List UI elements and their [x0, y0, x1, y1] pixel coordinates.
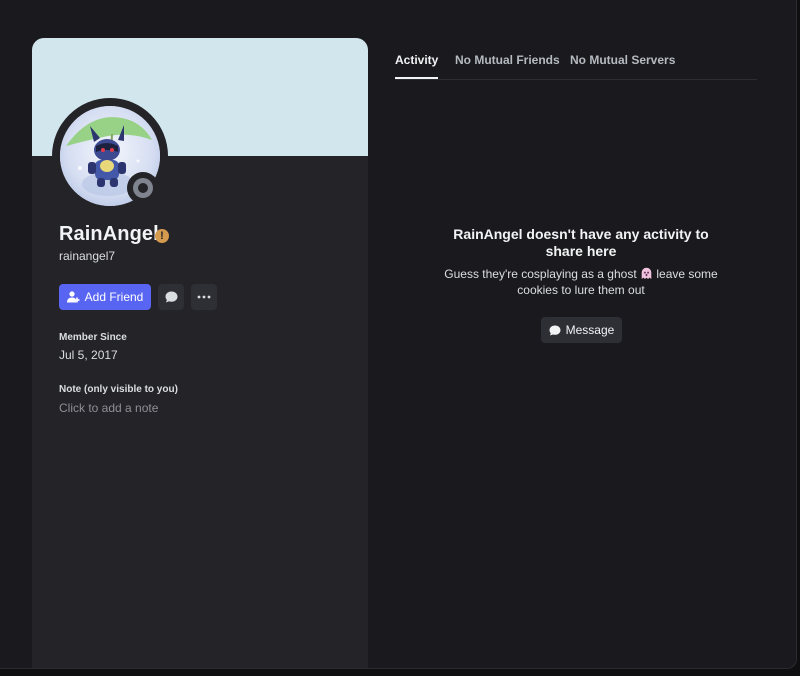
- username: rainangel7: [59, 249, 116, 263]
- note-label: Note (only visible to you): [59, 384, 178, 395]
- ellipsis-icon: [197, 295, 211, 299]
- warning-badge-icon[interactable]: !: [155, 229, 169, 243]
- empty-activity-title: RainAngel doesn't have any activity to s…: [453, 226, 709, 259]
- tab-mutual-servers[interactable]: No Mutual Servers: [570, 53, 675, 79]
- chat-bubble-icon: [549, 324, 561, 336]
- note-input[interactable]: [59, 401, 329, 415]
- tab-activity[interactable]: Activity: [395, 53, 439, 79]
- tab-mutual-friends[interactable]: No Mutual Friends: [455, 53, 560, 79]
- member-since-value: Jul 5, 2017: [59, 348, 118, 362]
- add-user-icon: [66, 291, 80, 303]
- more-options-button[interactable]: [191, 284, 217, 310]
- profile-card: RainAngel ! rainangel7 Add Friend Member…: [32, 38, 368, 668]
- add-friend-label: Add Friend: [84, 290, 144, 304]
- empty-activity-subtitle-part-1: Guess they're cosplaying as a ghost: [444, 267, 637, 281]
- send-message-button[interactable]: Message: [541, 317, 622, 343]
- member-since-label: Member Since: [59, 332, 127, 343]
- profile-modal: RainAngel ! rainangel7 Add Friend Member…: [0, 0, 797, 669]
- offline-status-icon: [133, 178, 153, 198]
- ghost-icon: [641, 267, 652, 279]
- empty-activity-subtitle: Guess they're cosplaying as a ghost leav…: [436, 266, 726, 298]
- status-indicator: [127, 172, 159, 204]
- add-friend-button[interactable]: Add Friend: [59, 284, 151, 310]
- chat-bubble-icon: [165, 291, 177, 303]
- send-message-label: Message: [565, 323, 615, 337]
- profile-tabs: Activity No Mutual Friends No Mutual Ser…: [395, 53, 757, 80]
- message-button[interactable]: [158, 284, 184, 310]
- display-name: RainAngel: [59, 223, 159, 245]
